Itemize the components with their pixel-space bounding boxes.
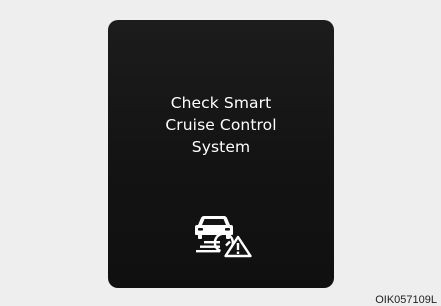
- figure-frame: Check Smart Cruise Control System OIK057…: [0, 0, 441, 306]
- warning-message: Check Smart Cruise Control System: [108, 92, 334, 158]
- cluster-display: Check Smart Cruise Control System: [108, 20, 334, 288]
- smart-cruise-control-warning-icon: [195, 216, 252, 258]
- figure-code: OIK057109L: [375, 294, 437, 306]
- warning-message-line-1: Check Smart: [170, 94, 272, 112]
- warning-message-line-2: Cruise Control: [165, 116, 277, 134]
- warning-message-line-3: System: [191, 138, 251, 156]
- warning-triangle-icon: [224, 235, 252, 258]
